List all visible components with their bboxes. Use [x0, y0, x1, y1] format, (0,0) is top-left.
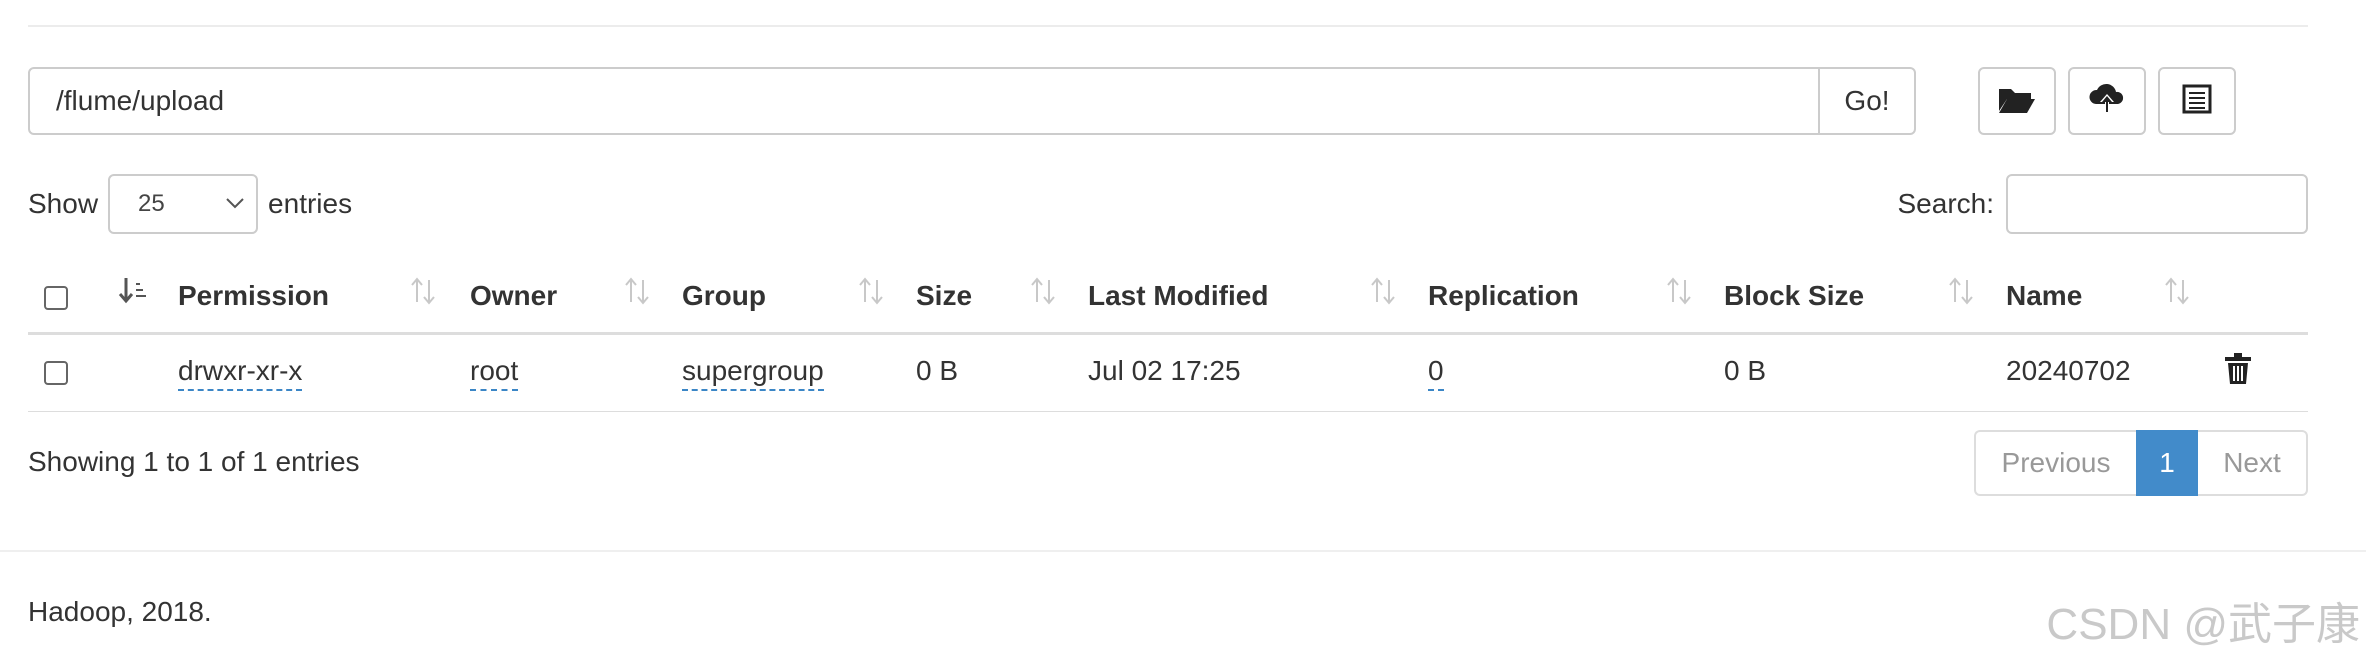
entries-select[interactable]: 25 [108, 174, 259, 234]
sort-icon[interactable] [1664, 276, 1694, 311]
column-replication[interactable]: Replication [1428, 280, 1579, 312]
trash-icon[interactable] [2224, 353, 2252, 392]
search-label: Search: [1897, 188, 1995, 219]
column-name[interactable]: Name [2006, 280, 2082, 312]
previous-button[interactable]: Previous [1974, 430, 2136, 496]
chevron-down-icon [224, 192, 246, 221]
folder-open-icon [1997, 83, 2037, 120]
sort-icon[interactable] [408, 276, 438, 311]
footer-divider [0, 550, 2366, 552]
row-checkbox[interactable] [44, 361, 68, 385]
column-permission[interactable]: Permission [178, 280, 329, 312]
show-label: Show [28, 188, 99, 219]
top-divider [28, 25, 2308, 27]
column-block-size[interactable]: Block Size [1724, 280, 1864, 312]
replication-cell[interactable]: 0 [1428, 355, 1444, 391]
sort-desc-icon[interactable] [118, 276, 148, 311]
column-owner[interactable]: Owner [470, 280, 557, 312]
sort-icon[interactable] [622, 276, 652, 311]
watermark: CSDN @武子康 [2046, 600, 2360, 649]
name-link[interactable]: 20240702 [2006, 355, 2131, 387]
next-button[interactable]: Next [2198, 430, 2308, 496]
footer-text: Hadoop, 2018. [28, 596, 212, 627]
owner-cell[interactable]: root [470, 355, 519, 391]
file-table: Permission Owner Group Size Last Modifie… [28, 262, 2308, 412]
list-icon [2182, 84, 2212, 119]
permission-cell[interactable]: drwxr-xr-x [178, 355, 303, 391]
sort-icon[interactable] [1368, 276, 1398, 311]
column-last-modified[interactable]: Last Modified [1088, 280, 1268, 312]
page-1-button[interactable]: 1 [2136, 430, 2198, 496]
size-cell: 0 B [916, 355, 959, 386]
upload-button[interactable] [2068, 67, 2146, 135]
pagination: Previous 1 Next [1974, 430, 2308, 496]
sort-icon[interactable] [1028, 276, 1058, 311]
length-control: Show 25 entries [28, 174, 352, 234]
column-group[interactable]: Group [682, 280, 766, 312]
sort-icon[interactable] [1946, 276, 1976, 311]
table-header: Permission Owner Group Size Last Modifie… [28, 262, 2308, 335]
search-control: Search: [1897, 174, 2308, 234]
sort-icon[interactable] [2162, 276, 2192, 311]
select-all-checkbox[interactable] [44, 286, 68, 310]
cloud-upload-icon [2088, 82, 2126, 121]
entries-label: entries [268, 188, 353, 219]
cut-paste-button[interactable] [2158, 67, 2236, 135]
group-cell[interactable]: supergroup [682, 355, 824, 391]
column-size[interactable]: Size [916, 280, 972, 312]
search-input[interactable] [2006, 174, 2308, 234]
go-button[interactable]: Go! [1820, 67, 1916, 135]
path-bar: Go! [28, 67, 1916, 135]
sort-icon[interactable] [856, 276, 886, 311]
last-modified-cell: Jul 02 17:25 [1088, 355, 1241, 386]
entries-select-value: 25 [138, 190, 165, 217]
create-directory-button[interactable] [1978, 67, 2056, 135]
table-row: drwxr-xr-x root supergroup 0 B Jul 02 17… [28, 335, 2308, 412]
table-info: Showing 1 to 1 of 1 entries [28, 446, 360, 477]
block-size-cell: 0 B [1724, 355, 1767, 386]
path-input[interactable] [28, 67, 1820, 135]
